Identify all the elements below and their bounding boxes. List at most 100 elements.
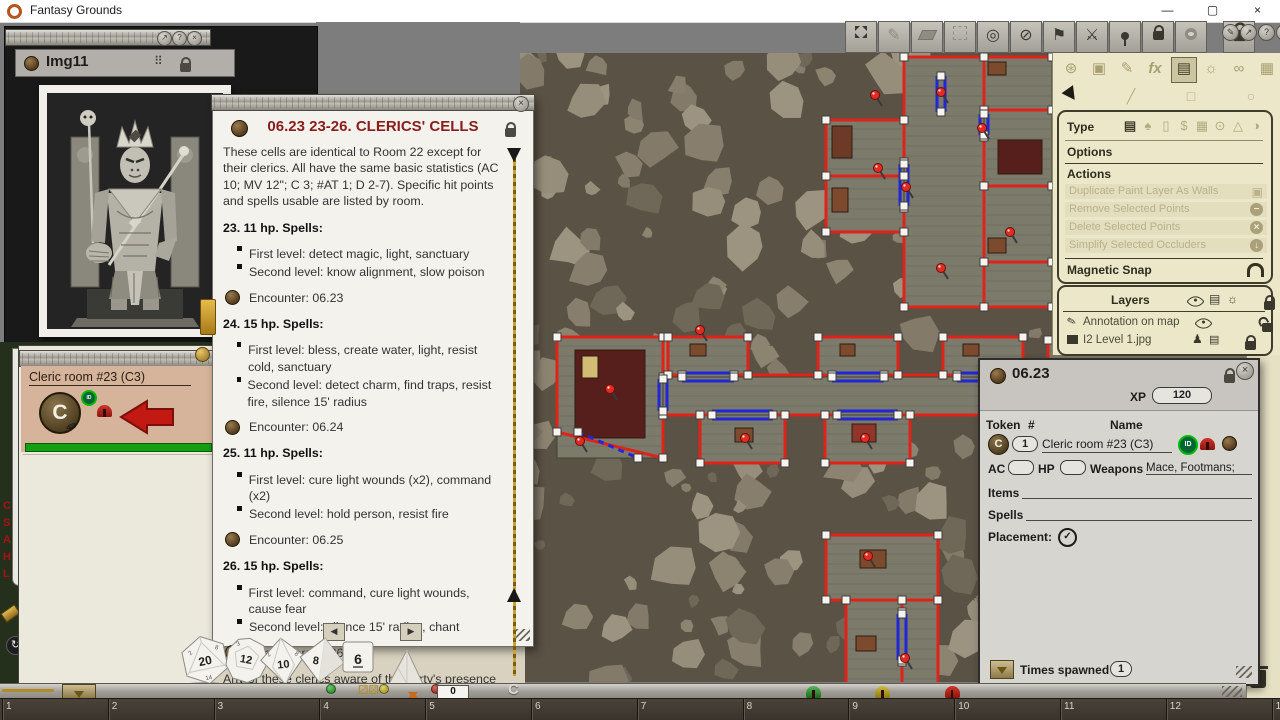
img-help-icon[interactable]: ? (172, 31, 187, 46)
help-icon[interactable]: ? (1258, 24, 1275, 41)
resize-handle[interactable] (1236, 666, 1252, 678)
mask-mode-icon[interactable]: ∞ (1227, 57, 1251, 81)
times-spawned-value[interactable]: 1 (1110, 661, 1132, 677)
xp-value[interactable]: 120 (1152, 387, 1212, 404)
pit-type-icon[interactable]: △ (1229, 118, 1247, 134)
modifier-total[interactable]: 0 (437, 685, 469, 699)
minimize-button[interactable]: — (1145, 0, 1190, 22)
npc-link[interactable]: Cleric room #23 (C3) (1042, 437, 1172, 453)
helmet-icon[interactable] (1200, 438, 1215, 450)
img-shortcut-icon[interactable]: ↗ (157, 31, 172, 46)
red-helmet-icon[interactable] (945, 686, 960, 698)
hotkey-slot-4[interactable]: 4 (319, 699, 426, 720)
layers-mode-icon[interactable]: ▣ (1087, 57, 1111, 81)
secret-door-type-icon[interactable]: $ (1175, 118, 1193, 133)
layers-light-icon[interactable]: ☼ (1227, 292, 1238, 306)
bookmark-ribbon[interactable] (200, 299, 216, 335)
hotkey-slot-13[interactable]: 13 (1272, 699, 1280, 720)
token-walk-icon[interactable]: ♟ (1192, 332, 1203, 346)
green-helmet-icon[interactable] (806, 686, 821, 698)
layer-visible-icon[interactable] (1194, 314, 1212, 332)
paint-mode-icon[interactable]: ✎ (1115, 57, 1139, 81)
hotkey-slot-2[interactable]: 2 (108, 699, 215, 720)
shortcut-arrow-icon[interactable]: ↗ (1240, 24, 1257, 41)
rectangle-tool[interactable]: □ (1179, 85, 1203, 107)
illusion-type-icon[interactable]: ◑ (1247, 118, 1265, 133)
encounter-link[interactable]: Encounter: 06.23 (225, 290, 505, 306)
encounter-close-icon[interactable]: × (1236, 362, 1254, 380)
tracker-entry[interactable]: Cleric room #23 (C3) C ✎ ID (21, 366, 214, 452)
layer-row-image[interactable]: I2 Level 1.jpg ♟ ▤ (1059, 332, 1269, 350)
image-lock-icon[interactable] (180, 63, 191, 72)
token-grid-icon[interactable]: ⠿ (154, 54, 163, 68)
hotkey-slot-6[interactable]: 6 (531, 699, 638, 720)
spawn-button[interactable] (990, 660, 1014, 679)
link-orb-icon[interactable] (1222, 436, 1237, 451)
placement-check-icon[interactable]: ✓ (1058, 528, 1077, 547)
hotkey-slot-11[interactable]: 11 (1060, 699, 1167, 720)
token-visibility-icon[interactable] (1175, 21, 1207, 53)
eraser-icon[interactable] (911, 21, 943, 53)
story-lock-icon[interactable] (505, 128, 516, 137)
img-close-icon[interactable]: × (187, 31, 202, 46)
circle-tool[interactable]: ○ (1239, 85, 1263, 107)
layers-visibility-icon[interactable] (1186, 292, 1204, 310)
token-lock-icon[interactable] (1142, 21, 1174, 53)
layer-walls-icon[interactable]: ▤ (1209, 333, 1219, 346)
items-field[interactable] (1022, 498, 1252, 499)
map-mode-icon[interactable]: ⊛ (1059, 57, 1083, 81)
toggle-type-icon[interactable]: ⊙ (1211, 118, 1229, 134)
token-thumbnail[interactable]: C (988, 434, 1009, 455)
die-d20[interactable]: 20 2 8 14 (179, 632, 230, 688)
layer-row-annotation[interactable]: ✎ Annotation on map (1059, 314, 1269, 332)
action-x[interactable]: Delete Selected Points× (1065, 220, 1267, 235)
yellow-gem-icon[interactable] (379, 684, 389, 694)
tracker-knob-icon[interactable] (195, 347, 210, 362)
terrain-type-icon[interactable]: ♠ (1139, 118, 1157, 133)
story-close-icon[interactable]: × (513, 96, 529, 112)
quill-icon[interactable]: ✎ (878, 21, 910, 53)
window-type-icon[interactable]: ▦ (1193, 118, 1211, 134)
lighting-mode-icon[interactable]: ☼ (1199, 57, 1223, 81)
layer-unlocked-icon[interactable] (1262, 323, 1273, 332)
wall-type-icon[interactable]: ▤ (1121, 118, 1139, 134)
weapons-value[interactable]: Mace, Footmans; (1146, 462, 1252, 475)
encounter-link[interactable]: Encounter: 06.24 (225, 419, 505, 435)
hotkey-slot-9[interactable]: 9 (848, 699, 955, 720)
hp-field[interactable] (1060, 460, 1086, 475)
line-tool[interactable]: ╱ (1119, 85, 1143, 107)
die-d10[interactable]: 10 2 8 (259, 636, 308, 686)
layers-lock-icon[interactable] (1264, 301, 1275, 310)
hotkey-slot-8[interactable]: 8 (743, 699, 850, 720)
die-d8[interactable]: 8 (297, 635, 347, 685)
hotkey-slot-12[interactable]: 12 (1166, 699, 1273, 720)
edit-pencil-icon[interactable]: ✎ (1222, 24, 1239, 41)
grid-mode-icon[interactable]: ▦ (1255, 57, 1279, 81)
link-orb-icon[interactable] (990, 368, 1006, 384)
layers-walls-icon[interactable]: ▤ (1209, 292, 1220, 306)
door-type-icon[interactable]: ▯ (1157, 118, 1175, 134)
bar-resize-handle[interactable] (1222, 686, 1242, 697)
clear-target-icon[interactable]: ⊘ (1010, 21, 1042, 53)
story-chrome[interactable] (211, 94, 535, 111)
token-count[interactable]: 1 (1012, 436, 1038, 452)
hotkey-slot-7[interactable]: 7 (637, 699, 744, 720)
hotkey-slot-3[interactable]: 3 (214, 699, 321, 720)
encounter-link[interactable]: Encounter: 06.25 (225, 532, 505, 548)
magnet-icon[interactable] (1247, 263, 1264, 277)
id-badge[interactable]: ID (1178, 435, 1198, 455)
image-window-titlebar[interactable]: Img11 ⠿ (15, 49, 235, 77)
encounter-header[interactable]: 06.23 × XP 120 (980, 360, 1258, 411)
layer-locked-icon[interactable] (1245, 341, 1256, 350)
encounter-lock-icon[interactable] (1224, 374, 1235, 383)
yellow-helmet-icon[interactable] (875, 686, 890, 698)
action-down[interactable]: Simplify Selected Occluders↓ (1065, 238, 1267, 253)
green-gem-icon[interactable] (326, 684, 336, 694)
walls-mode-icon[interactable]: ▤ (1171, 57, 1197, 83)
attack-swords-icon[interactable]: ⚔ (1076, 21, 1108, 53)
hotkey-slot-5[interactable]: 5 (425, 699, 532, 720)
tracker-entry-name[interactable]: Cleric room #23 (C3) (29, 370, 191, 386)
map-close-icon[interactable]: × (1276, 24, 1280, 41)
collapse-tray-button[interactable] (62, 684, 96, 699)
die-d4[interactable] (389, 650, 423, 684)
